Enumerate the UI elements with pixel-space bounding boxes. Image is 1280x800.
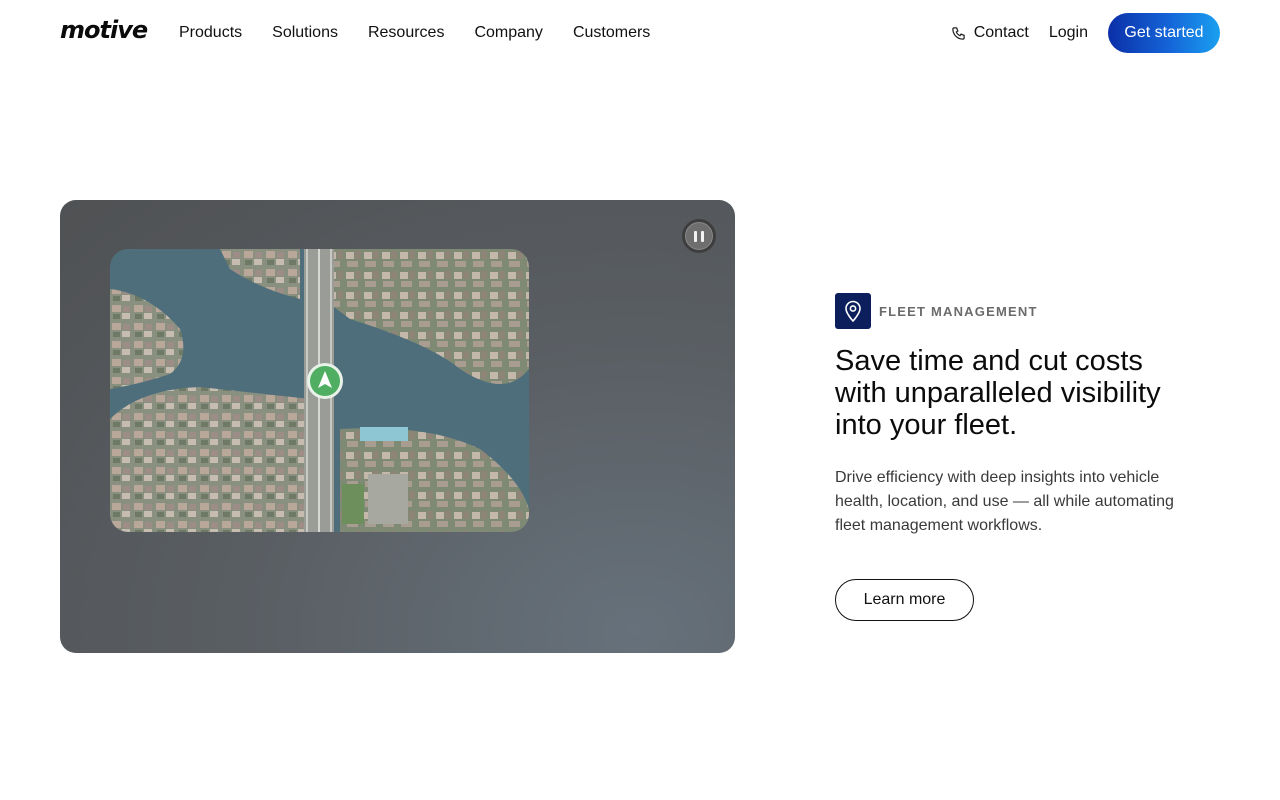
learn-more-button[interactable]: Learn more — [835, 579, 974, 621]
nav-item-products[interactable]: Products — [179, 22, 242, 44]
nav-item-customers[interactable]: Customers — [573, 22, 650, 44]
nav-item-resources[interactable]: Resources — [368, 22, 444, 44]
feature-section: FLEET MANAGEMENT Save time and cut costs… — [835, 293, 1195, 621]
header-actions: Contact Login Get started — [951, 13, 1220, 53]
location-pin-icon — [835, 293, 871, 329]
nav-item-company[interactable]: Company — [474, 22, 542, 44]
navigation-arrow-icon — [307, 363, 343, 399]
pause-button[interactable] — [682, 219, 716, 253]
motive-logo[interactable]: motive — [60, 16, 148, 44]
phone-icon — [951, 26, 965, 40]
pause-icon — [694, 230, 697, 242]
feature-headline: Save time and cut costs with unparallele… — [835, 345, 1161, 441]
site-header: motive Products Solutions Resources Comp… — [0, 0, 1280, 66]
login-link[interactable]: Login — [1049, 24, 1088, 42]
get-started-button[interactable]: Get started — [1108, 13, 1220, 53]
feature-description: Drive efficiency with deep insights into… — [835, 469, 1174, 534]
aerial-map — [110, 249, 529, 532]
contact-label: Contact — [973, 24, 1029, 41]
contact-link[interactable]: Contact — [951, 24, 1029, 42]
eyebrow-label: FLEET MANAGEMENT — [879, 303, 1038, 319]
eyebrow: FLEET MANAGEMENT — [835, 293, 1195, 329]
main-nav: Products Solutions Resources Company Cus… — [179, 22, 680, 44]
media-card — [60, 200, 735, 653]
nav-item-solutions[interactable]: Solutions — [272, 22, 338, 44]
aerial-map-image — [110, 249, 529, 532]
